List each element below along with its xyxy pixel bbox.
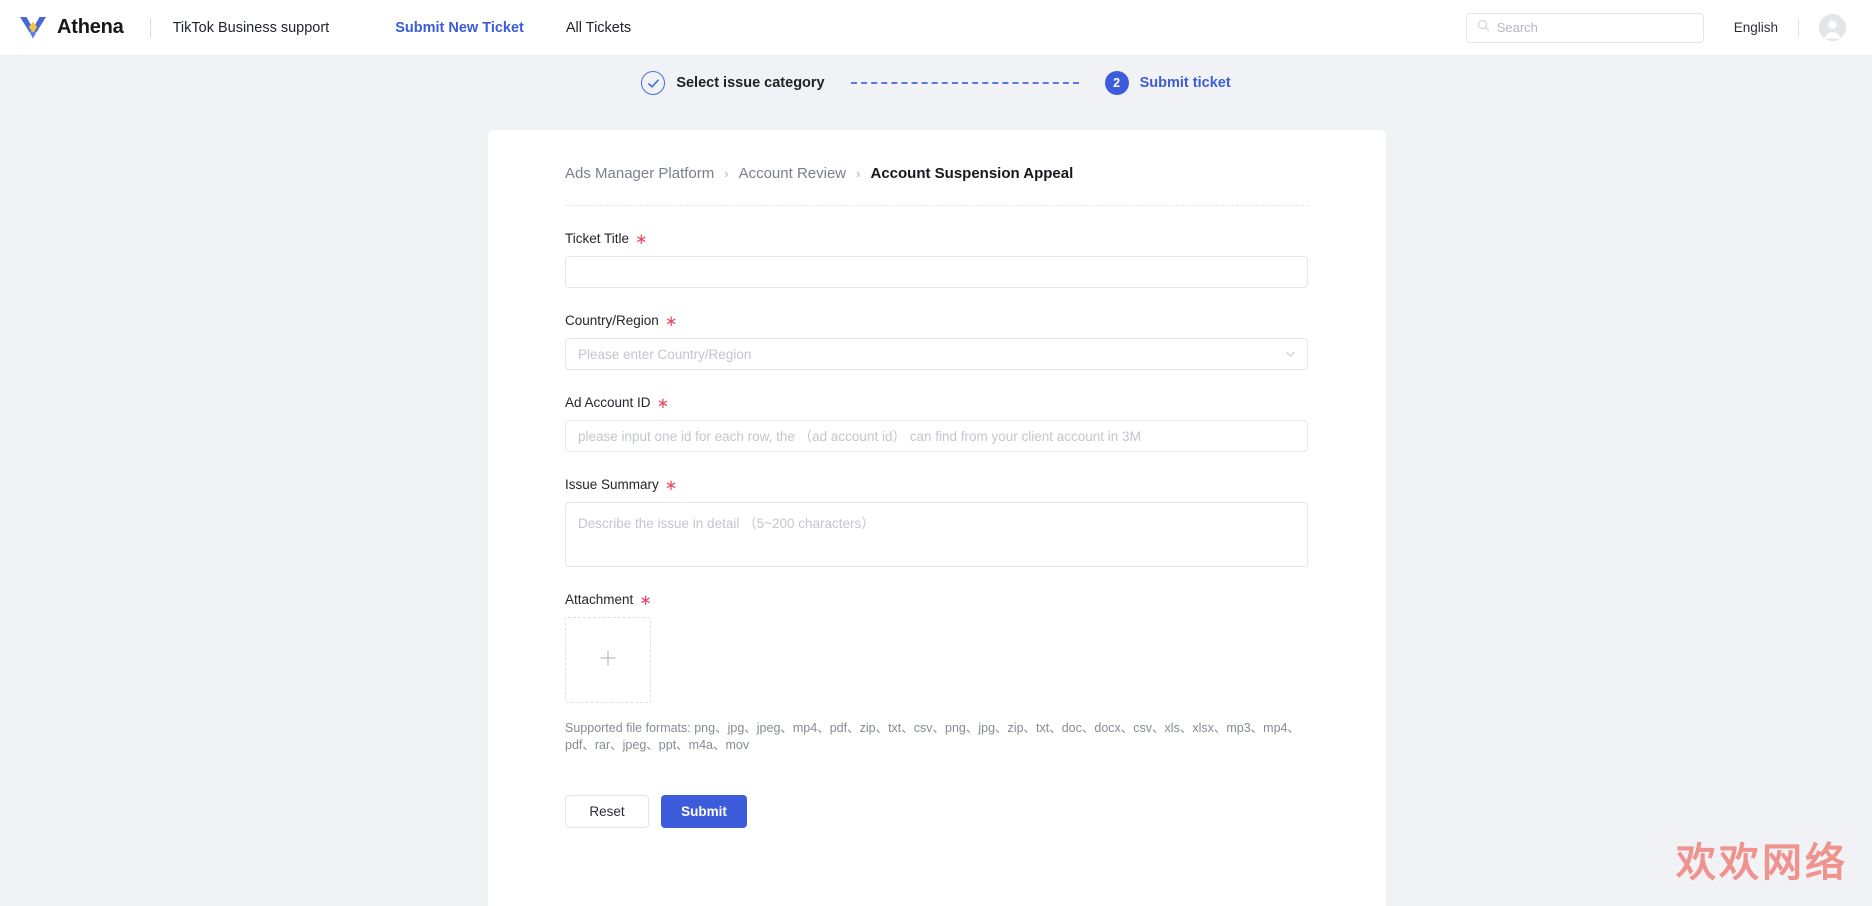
athena-wing-logo-icon bbox=[18, 15, 48, 41]
field-ad-account-id: Ad Account ID ∗ bbox=[565, 395, 1386, 452]
primary-nav: Submit New Ticket All Tickets bbox=[395, 20, 631, 36]
user-avatar-icon bbox=[1819, 14, 1846, 41]
watermark: 欢欢网络 bbox=[1676, 840, 1848, 886]
label-ticket-title: Ticket Title ∗ bbox=[565, 231, 1386, 248]
stepper-connector bbox=[850, 82, 1079, 84]
product-name: TikTok Business support bbox=[172, 19, 330, 36]
label-issue-summary-text: Issue Summary bbox=[565, 477, 659, 492]
ticket-form-card: Ads Manager Platform › Account Review › … bbox=[488, 130, 1386, 906]
field-issue-summary: Issue Summary ∗ bbox=[565, 477, 1386, 567]
label-issue-summary: Issue Summary ∗ bbox=[565, 477, 1386, 494]
form-actions: Reset Submit bbox=[565, 795, 1386, 828]
step-label-submit-ticket: Submit ticket bbox=[1139, 75, 1231, 91]
country-region-select-wrapper bbox=[565, 338, 1308, 370]
avatar[interactable] bbox=[1819, 14, 1846, 41]
breadcrumb-item-account-suspension-appeal: Account Suspension Appeal bbox=[870, 165, 1074, 182]
nav-link-all-tickets[interactable]: All Tickets bbox=[566, 20, 631, 36]
step-submit-ticket[interactable]: 2 Submit ticket bbox=[1104, 71, 1231, 95]
field-ticket-title: Ticket Title ∗ bbox=[565, 231, 1386, 288]
step-number-badge: 2 bbox=[1104, 71, 1129, 95]
breadcrumb: Ads Manager Platform › Account Review › … bbox=[488, 130, 1386, 182]
brand-logo[interactable]: Athena bbox=[18, 15, 124, 41]
attachment-upload-button[interactable] bbox=[565, 617, 651, 703]
nav-link-submit-new-ticket[interactable]: Submit New Ticket bbox=[395, 20, 524, 36]
required-marker-attachment: ∗ bbox=[639, 592, 652, 609]
required-marker-country-region: ∗ bbox=[664, 313, 678, 330]
search-icon bbox=[1477, 19, 1490, 37]
reset-button[interactable]: Reset bbox=[565, 795, 649, 828]
breadcrumb-separator-2: › bbox=[856, 166, 861, 181]
breadcrumb-separator-1: › bbox=[724, 166, 729, 181]
submit-button[interactable]: Submit bbox=[661, 795, 747, 828]
supported-formats-text: Supported file formats: png、jpg、jpeg、mp4… bbox=[565, 721, 1300, 752]
progress-stepper: Select issue category 2 Submit ticket bbox=[0, 56, 1872, 110]
field-country-region: Country/Region ∗ bbox=[565, 313, 1386, 370]
ticket-title-input[interactable] bbox=[565, 256, 1308, 288]
label-attachment: Attachment ∗ bbox=[565, 592, 1386, 609]
required-marker-issue-summary: ∗ bbox=[664, 477, 678, 494]
label-ticket-title-text: Ticket Title bbox=[565, 231, 630, 246]
field-attachment: Attachment ∗ Supported file formats: png… bbox=[565, 592, 1386, 753]
label-attachment-text: Attachment bbox=[565, 592, 634, 607]
brand-name: Athena bbox=[57, 16, 124, 38]
breadcrumb-item-account-review[interactable]: Account Review bbox=[739, 165, 847, 182]
issue-summary-textarea[interactable] bbox=[565, 502, 1308, 567]
label-ad-account-id-text: Ad Account ID bbox=[565, 395, 651, 410]
breadcrumb-divider bbox=[565, 205, 1309, 206]
language-selector[interactable]: English bbox=[1734, 20, 1778, 35]
label-country-region-text: Country/Region bbox=[565, 313, 659, 328]
required-marker-ticket-title: ∗ bbox=[635, 231, 648, 248]
search-box[interactable]: Search bbox=[1465, 12, 1704, 43]
step-label-select-issue-category: Select issue category bbox=[676, 75, 825, 91]
ad-account-id-input[interactable] bbox=[565, 420, 1308, 452]
step-select-issue-category[interactable]: Select issue category bbox=[641, 71, 825, 95]
header-divider bbox=[149, 17, 151, 38]
header-right-cluster: Search English bbox=[1465, 12, 1846, 43]
label-country-region: Country/Region ∗ bbox=[565, 313, 1386, 330]
top-header: Athena TikTok Business support Submit Ne… bbox=[0, 0, 1872, 56]
required-marker-ad-account-id: ∗ bbox=[656, 395, 670, 412]
label-ad-account-id: Ad Account ID ∗ bbox=[565, 395, 1386, 412]
header-right-divider bbox=[1798, 18, 1799, 37]
breadcrumb-item-ads-manager-platform[interactable]: Ads Manager Platform bbox=[565, 165, 714, 182]
check-icon bbox=[641, 71, 666, 95]
ticket-form: Ticket Title ∗ Country/Region ∗ Please e… bbox=[488, 231, 1386, 828]
plus-icon bbox=[599, 649, 617, 672]
search-placeholder: Search bbox=[1496, 20, 1538, 35]
country-region-select[interactable] bbox=[565, 338, 1308, 370]
